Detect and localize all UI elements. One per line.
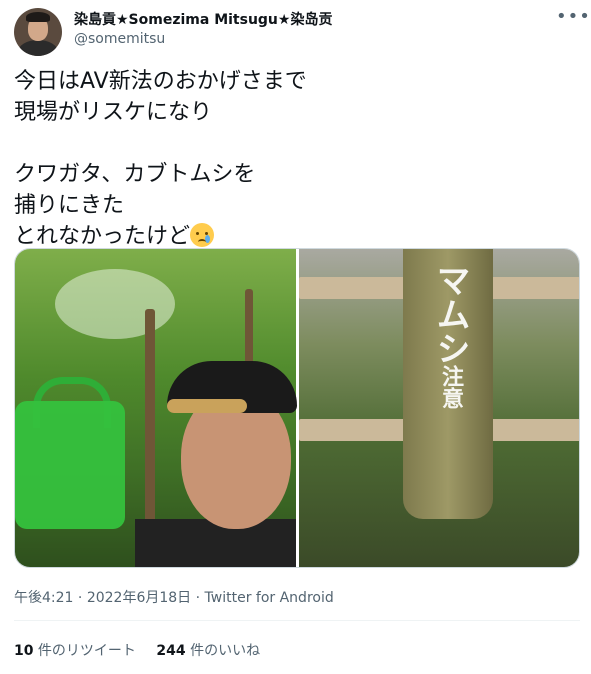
- sign-text-small: 注意: [438, 365, 463, 409]
- avatar[interactable]: [14, 8, 62, 56]
- tweet: 染島貢★Somezima Mitsugu★染岛贡 @somemitsu ••• …: [0, 0, 591, 674]
- avatar-hair: [26, 12, 50, 22]
- crying-face-emoji: [190, 223, 215, 247]
- tweet-media[interactable]: マムシ注意: [14, 248, 580, 568]
- shirt: [135, 519, 296, 567]
- likes-count: 244: [156, 643, 186, 659]
- canopy-light: [55, 269, 175, 339]
- tweet-time[interactable]: 午後4:21: [14, 590, 73, 606]
- likes-label: 件のいいね: [185, 643, 261, 659]
- more-dots-icon[interactable]: •••: [556, 6, 590, 28]
- author-name[interactable]: 染島貢★Somezima Mitsugu★染岛贡: [74, 9, 332, 29]
- green-basket: [15, 401, 125, 529]
- tweet-text: 今日はAV新法のおかげさまで 現場がリスケになり クワガタ、カブトムシを 捕りに…: [14, 66, 574, 252]
- tweet-date[interactable]: 2022年6月18日: [87, 590, 191, 606]
- sign-text-large: マムシ: [430, 263, 470, 365]
- retweets-stat[interactable]: 10 件のリツイート: [14, 640, 136, 660]
- photo-left[interactable]: [15, 249, 297, 567]
- likes-stat[interactable]: 244 件のいいね: [156, 640, 260, 660]
- tweet-stats: 10 件のリツイート 244 件のいいね: [14, 640, 276, 660]
- author-handle[interactable]: @somemitsu: [74, 31, 165, 47]
- divider: [14, 620, 580, 621]
- tweet-meta: 午後4:21 · 2022年6月18日 · Twitter for Androi…: [14, 587, 334, 607]
- sign-text: マムシ注意: [427, 263, 471, 409]
- meta-separator: ·: [73, 590, 87, 606]
- cap-brim: [167, 399, 247, 413]
- tweet-source[interactable]: Twitter for Android: [205, 590, 334, 606]
- retweets-count: 10: [14, 643, 34, 659]
- retweets-label: 件のリツイート: [33, 643, 136, 659]
- tweet-text-content: 今日はAV新法のおかげさまで 現場がリスケになり クワガタ、カブトムシを 捕りに…: [14, 69, 307, 249]
- avatar-body: [18, 40, 58, 56]
- meta-separator: ·: [191, 590, 205, 606]
- photo-right[interactable]: マムシ注意: [299, 249, 579, 567]
